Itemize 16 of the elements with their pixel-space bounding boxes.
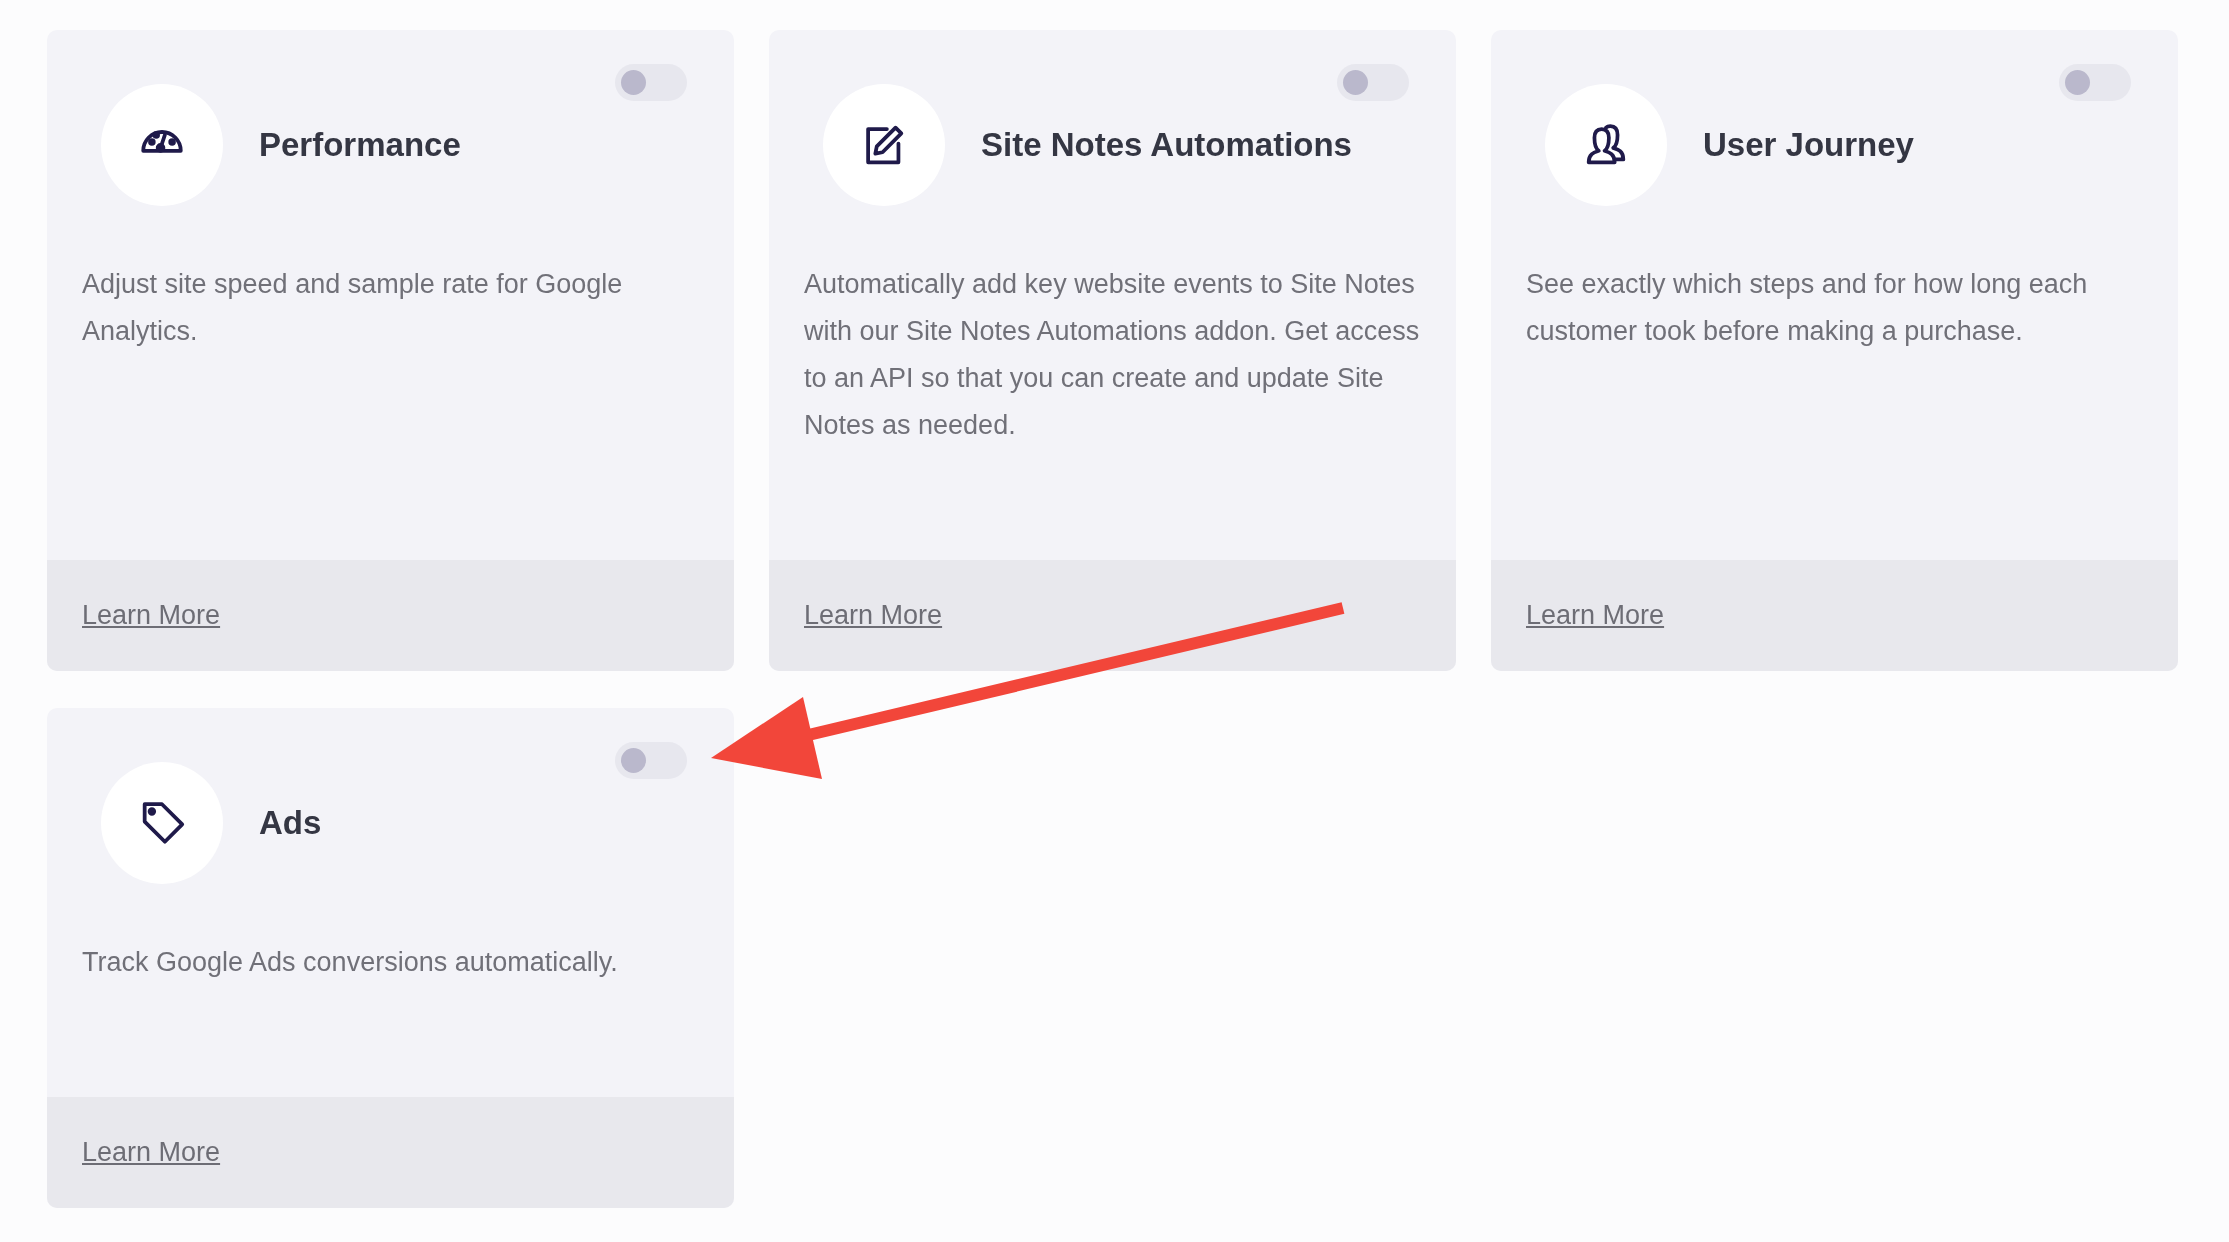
learn-more-link[interactable]: Learn More: [804, 600, 943, 631]
card-title: Ads: [259, 804, 322, 842]
toggle-switch[interactable]: [615, 64, 687, 101]
card-description: Adjust site speed and sample rate for Google Analytics.: [82, 268, 624, 348]
toggle-switch[interactable]: [615, 742, 687, 779]
card-title: User Journey: [1703, 126, 1914, 164]
toggle-switch[interactable]: [1337, 64, 1409, 101]
card-description: Track Google Ads conversions automatically.: [82, 946, 619, 979]
learn-more-link[interactable]: Learn More: [82, 600, 221, 631]
card-title: Performance: [259, 126, 461, 164]
card-description: Automatically add key website events to Site Notes with our Site Notes Automations addon. Get access to an API so that you can create and update Site Notes as needed.: [804, 268, 1421, 442]
card-title: Site Notes Automations: [981, 126, 1352, 164]
card-description: See exactly which steps and for how long each customer took before making a purchase.: [1526, 268, 2089, 348]
learn-more-link[interactable]: Learn More: [1526, 600, 1665, 631]
learn-more-link[interactable]: Learn More: [82, 1137, 221, 1168]
toggle-switch[interactable]: [2059, 64, 2131, 101]
